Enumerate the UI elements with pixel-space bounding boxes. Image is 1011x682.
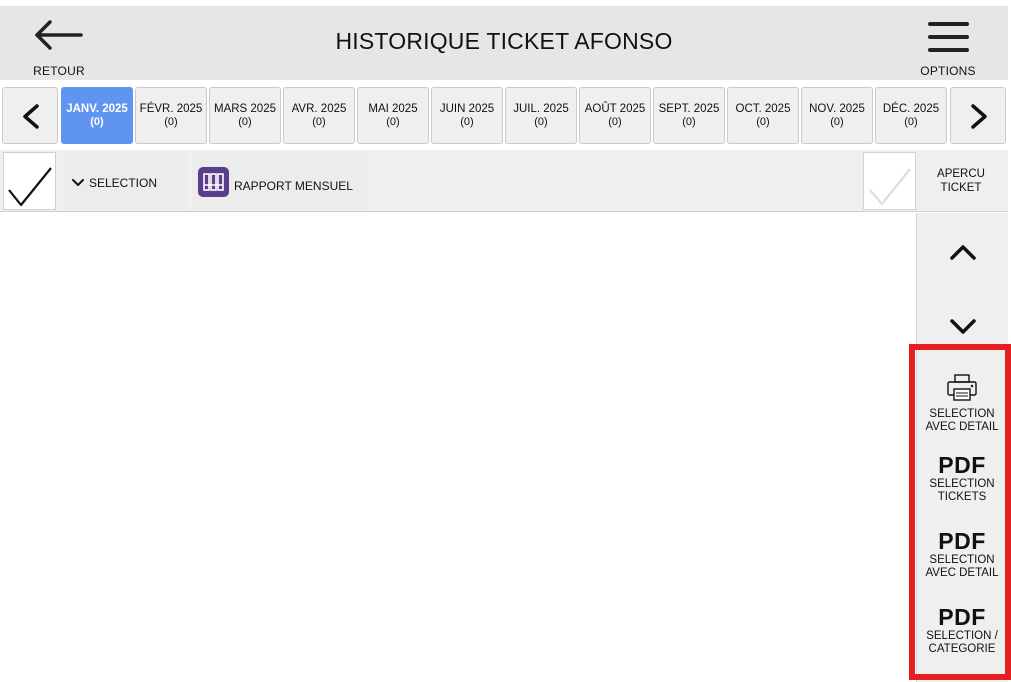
chevron-left-icon (23, 104, 39, 129)
pdf-selection-categorie-button[interactable]: PDF SELECTION / CATEGORIE (920, 604, 1004, 656)
month-tab[interactable]: OCT. 2025 (0) (727, 87, 799, 144)
pdf3-label-line2: CATEGORIE (928, 643, 996, 655)
checkmark-icon (8, 167, 52, 207)
prev-months-button[interactable] (2, 87, 58, 144)
pdf2-label-line2: AVEC DETAIL (925, 567, 999, 579)
pdf-icon: PDF (938, 452, 986, 478)
month-count: (0) (608, 116, 622, 128)
month-tab[interactable]: NOV. 2025 (0) (801, 87, 873, 144)
pdf-selection-tickets-button[interactable]: PDF SELECTION TICKETS (920, 452, 1004, 504)
hamburger-menu-icon (928, 22, 969, 52)
apercu-ticket-checkbox[interactable] (863, 152, 916, 210)
month-count: (0) (756, 116, 770, 128)
month-label: SEPT. 2025 (658, 103, 720, 115)
month-tab[interactable]: FÉVR. 2025 (0) (135, 87, 207, 144)
print-selection-detail-button[interactable]: SELECTION AVEC DETAIL (920, 373, 1004, 434)
month-tab[interactable]: MARS 2025 (0) (209, 87, 281, 144)
month-label: DÉC. 2025 (882, 103, 940, 115)
month-label: NOV. 2025 (809, 103, 865, 115)
month-strip: JANV. 2025 (0) FÉVR. 2025 (0) MARS 2025 … (0, 86, 1008, 144)
month-label: JUIL. 2025 (513, 103, 569, 115)
apercu-line2: TICKET (940, 182, 982, 194)
pdf1-label-line1: SELECTION (929, 478, 995, 490)
print-label-line1: SELECTION (929, 408, 995, 420)
month-count: (0) (312, 116, 326, 128)
rapport-mensuel-label: RAPPORT MENSUEL (234, 179, 353, 193)
chevron-right-icon (971, 104, 987, 129)
select-all-checkbox[interactable] (3, 152, 56, 210)
pdf-icon: PDF (938, 528, 986, 554)
apercu-line1: APERCU (937, 168, 985, 180)
toolbar: SELECTION RAPPORT MENSUEL APERCU TICKET (0, 150, 1008, 212)
month-count: (0) (830, 116, 844, 128)
chevron-up-icon (950, 245, 976, 260)
month-count: (0) (164, 116, 178, 128)
month-label: AVR. 2025 (291, 103, 347, 115)
month-label: MARS 2025 (213, 103, 276, 115)
month-tab[interactable]: SEPT. 2025 (0) (653, 87, 725, 144)
month-count: (0) (90, 116, 104, 128)
pdf2-label-line1: SELECTION (929, 554, 995, 566)
print-label-line2: AVEC DETAIL (925, 421, 999, 433)
month-label: MAI 2025 (368, 103, 418, 115)
month-tab[interactable]: AVR. 2025 (0) (283, 87, 355, 144)
month-count: (0) (534, 116, 548, 128)
scroll-up-button[interactable] (917, 216, 1009, 286)
pdf-selection-detail-button[interactable]: PDF SELECTION AVEC DETAIL (920, 528, 1004, 580)
month-count: (0) (386, 116, 400, 128)
month-label: OCT. 2025 (735, 103, 791, 115)
selection-label: SELECTION (89, 176, 158, 190)
month-label: FÉVR. 2025 (139, 103, 203, 115)
month-label: JANV. 2025 (66, 103, 128, 115)
checkmark-icon (869, 168, 911, 206)
month-count: (0) (904, 116, 918, 128)
pdf1-label-line2: TICKETS (937, 491, 987, 503)
pdf3-label-line1: SELECTION / (926, 630, 998, 642)
month-count: (0) (238, 116, 252, 128)
selection-dropdown[interactable]: SELECTION (64, 152, 186, 210)
month-label: JUIN 2025 (439, 103, 495, 115)
options-button[interactable]: OPTIONS (898, 12, 998, 80)
month-tab[interactable]: JANV. 2025 (0) (61, 87, 133, 144)
month-tab[interactable]: JUIN 2025 (0) (431, 87, 503, 144)
month-count: (0) (460, 116, 474, 128)
month-tab[interactable]: DÉC. 2025 (0) (875, 87, 947, 144)
month-count: (0) (682, 116, 696, 128)
page-title: HISTORIQUE TICKET AFONSO (335, 28, 673, 54)
printer-icon (947, 374, 977, 401)
ticket-list-area (0, 213, 916, 682)
month-tab[interactable]: JUIL. 2025 (0) (505, 87, 577, 144)
apercu-ticket-label[interactable]: APERCU TICKET (920, 167, 1002, 195)
pdf-icon: PDF (938, 604, 986, 630)
month-tab[interactable]: MAI 2025 (0) (357, 87, 429, 144)
month-tab[interactable]: AOÛT 2025 (0) (579, 87, 651, 144)
back-label: RETOUR (33, 64, 85, 78)
header-bar: RETOUR HISTORIQUE TICKET AFONSO OPTIONS (0, 0, 1008, 80)
binders-icon (198, 167, 229, 197)
chevron-down-icon (72, 179, 84, 186)
rapport-mensuel-button[interactable]: RAPPORT MENSUEL (192, 152, 368, 210)
options-label: OPTIONS (920, 64, 976, 78)
next-months-button[interactable] (950, 87, 1006, 144)
month-label: AOÛT 2025 (584, 103, 646, 115)
